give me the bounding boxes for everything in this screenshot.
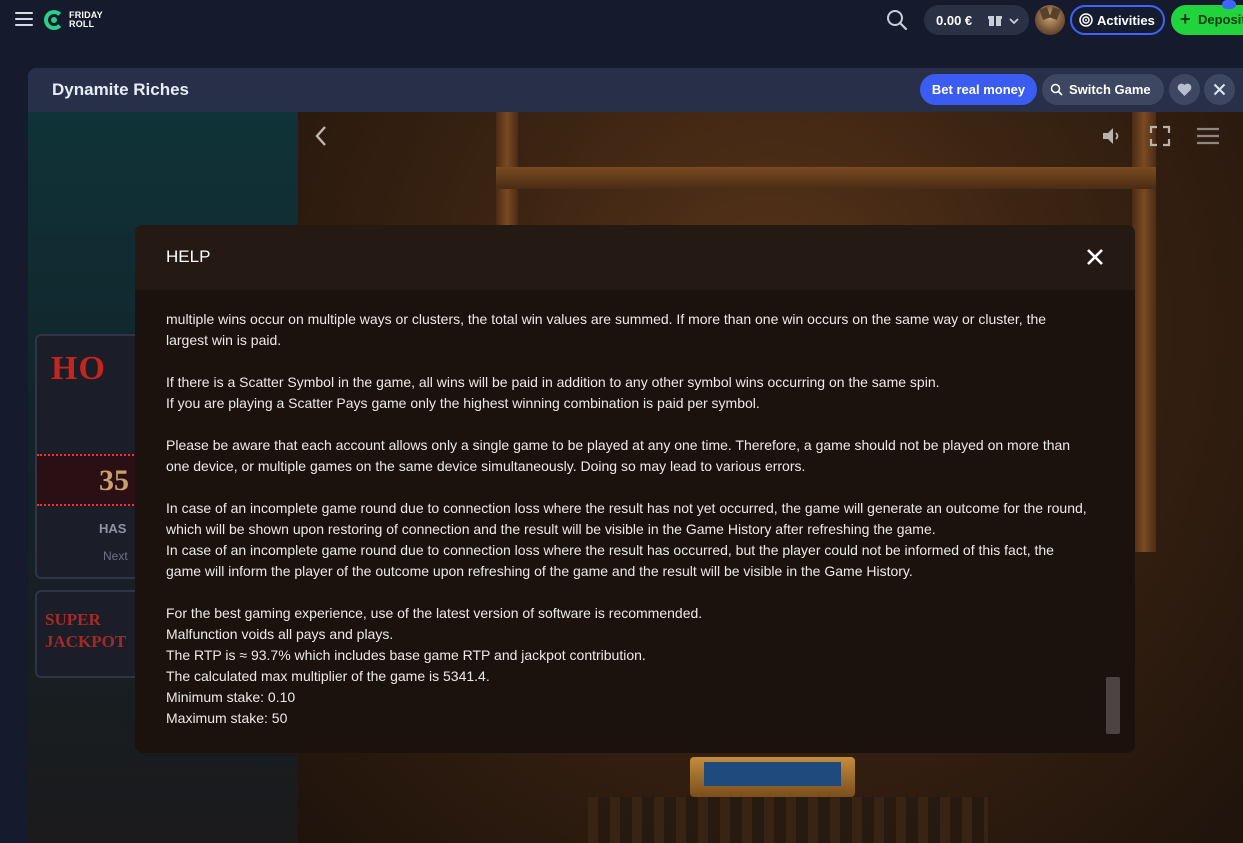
has-label: HAS (99, 521, 127, 536)
help-line: Minimum stake: 0.10 (166, 689, 296, 705)
jackpot-label: JACKPOT (45, 632, 127, 651)
mine-beam-top (496, 167, 1156, 189)
hot-jackpot-sign: HO 35 HAS Next (35, 334, 142, 579)
avatar[interactable] (1035, 5, 1065, 35)
activities-label: Activities (1097, 13, 1155, 28)
switch-game-button[interactable]: Switch Game (1042, 74, 1164, 105)
top-bar: FRIDAY ROLL 0.00 € Activities + Deposit (0, 0, 1243, 40)
balance-amount: 0.00 € (936, 13, 973, 28)
fullscreen-icon[interactable] (1148, 124, 1172, 148)
help-line: multiple wins occur on multiple ways or … (166, 311, 1047, 327)
avatar-ear-left (1039, 6, 1051, 21)
help-scrollbar-thumb[interactable] (1106, 677, 1120, 734)
treasure-chest-gems (704, 762, 841, 786)
game-header: Dynamite Riches Bet real money Switch Ga… (28, 68, 1243, 112)
search-icon[interactable] (885, 8, 909, 32)
help-line: In case of an incomplete game round due … (166, 542, 1054, 558)
super-jackpot-sign: SUPER JACKPOT (35, 590, 140, 678)
help-dialog: HELP multiple wins occur on multiple way… (135, 225, 1135, 753)
game-menu-icon[interactable] (1196, 124, 1220, 148)
logo-dot (51, 17, 57, 23)
logo-text: FRIDAY ROLL (69, 11, 103, 29)
help-line: For the best gaming experience, use of t… (166, 605, 703, 621)
favorite-button[interactable] (1169, 74, 1200, 105)
help-line: game will inform the player of the outco… (166, 563, 913, 579)
help-line: If there is a Scatter Symbol in the game… (166, 374, 940, 390)
help-text: multiple wins occur on multiple ways or … (166, 290, 1096, 729)
super-label: SUPER (45, 610, 101, 629)
help-line: largest win is paid. (166, 332, 282, 348)
help-line: Please be aware that each account allows… (166, 437, 1071, 453)
menu-icon[interactable] (15, 12, 33, 26)
wallet-balance-button[interactable]: 0.00 € (924, 5, 1029, 35)
plus-icon: + (1180, 9, 1191, 29)
hot-sign-text: HO (51, 350, 106, 387)
close-icon[interactable] (1085, 247, 1105, 267)
help-line: which will be shown upon restoring of co… (166, 521, 936, 537)
logo[interactable]: FRIDAY ROLL (44, 9, 108, 31)
close-game-button[interactable] (1204, 74, 1235, 105)
help-line: The RTP is ≈ 93.7% which includes base g… (166, 647, 646, 663)
activities-button[interactable]: Activities (1070, 5, 1165, 35)
deposit-button[interactable]: + Deposit (1171, 5, 1243, 35)
help-line: one device, or multiple games on the sam… (166, 458, 806, 474)
close-icon (1213, 83, 1226, 96)
deposit-label: Deposit (1198, 12, 1243, 27)
help-dialog-header: HELP (135, 225, 1135, 290)
mine-rails (588, 797, 988, 843)
bet-real-money-button[interactable]: Bet real money (920, 74, 1037, 105)
help-line: The calculated max multiplier of the gam… (166, 668, 490, 684)
next-label: Next (103, 549, 128, 563)
target-icon (1079, 13, 1093, 27)
chevron-left-icon[interactable] (310, 124, 334, 148)
switch-game-label: Switch Game (1069, 82, 1151, 97)
jackpot-number-panel: 35 (37, 454, 142, 506)
help-line: In case of an incomplete game round due … (166, 500, 1087, 516)
sound-icon[interactable] (1100, 124, 1124, 148)
help-dialog-title: HELP (166, 247, 211, 266)
game-title: Dynamite Riches (52, 80, 189, 99)
help-line: Malfunction voids all pays and plays. (166, 626, 394, 642)
gift-icon[interactable] (988, 13, 1002, 27)
flag-badge (1222, 0, 1236, 9)
avatar-ear-right (1049, 6, 1061, 21)
heart-icon (1177, 83, 1192, 96)
help-line: Maximum stake: 50 (166, 710, 288, 726)
jackpot-number: 35 (99, 464, 129, 497)
search-icon (1050, 83, 1063, 96)
logo-line-2: ROLL (69, 19, 95, 29)
help-line: If you are playing a Scatter Pays game o… (166, 395, 760, 411)
chevron-down-icon[interactable] (1008, 14, 1020, 26)
help-content[interactable]: multiple wins occur on multiple ways or … (166, 290, 1096, 753)
